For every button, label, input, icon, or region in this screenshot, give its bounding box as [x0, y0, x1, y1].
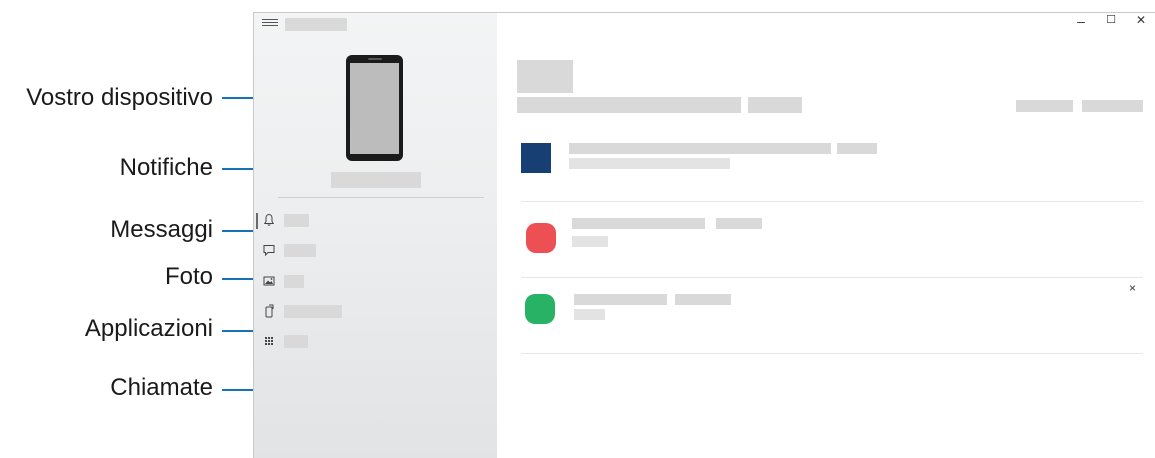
row2-subtitle-placeholder	[572, 236, 608, 247]
row1-subtitle-placeholder	[569, 158, 730, 169]
sidebar-item-label	[284, 244, 316, 257]
callout-calls: Chiamate	[110, 374, 213, 401]
sidebar-item-label	[284, 335, 308, 348]
hamburger-icon[interactable]	[262, 17, 278, 31]
sidebar	[254, 13, 497, 458]
callout-line-photos	[222, 278, 256, 280]
app-window: – ☐ ✕ ×	[253, 12, 1155, 458]
bell-icon	[263, 213, 275, 226]
active-indicator	[256, 213, 258, 229]
sidebar-divider	[278, 197, 484, 198]
sidebar-item-photos[interactable]	[254, 269, 497, 295]
callout-notifications: Notifiche	[119, 154, 213, 181]
sidebar-item-label	[284, 305, 342, 318]
sidebar-item-messages[interactable]	[254, 238, 497, 264]
row2-title-placeholder	[572, 218, 705, 229]
callout-photos: Foto	[164, 263, 213, 290]
callout-device: Vostro dispositivo	[26, 84, 213, 111]
device-name-placeholder	[331, 172, 421, 188]
device-speaker	[368, 58, 382, 60]
sidebar-item-calls[interactable]	[254, 329, 497, 355]
device-image[interactable]	[346, 55, 403, 161]
row-divider	[521, 201, 1143, 202]
row3-title-placeholder-2	[675, 294, 731, 305]
app-icon-red	[526, 223, 556, 253]
content-action-placeholder[interactable]	[1016, 100, 1073, 112]
maximize-button[interactable]: ☐	[1096, 13, 1126, 33]
app-title-placeholder	[285, 18, 347, 31]
content-action-placeholder-2[interactable]	[1082, 100, 1143, 112]
row-divider	[521, 353, 1143, 354]
sidebar-item-label	[284, 275, 304, 288]
row-divider	[521, 277, 1143, 278]
chat-bubble-icon	[263, 245, 275, 257]
callout-apps: Applicazioni	[84, 315, 213, 342]
dialpad-icon	[265, 337, 273, 345]
minimize-button[interactable]: –	[1066, 13, 1096, 33]
content-title-placeholder	[517, 60, 573, 93]
device-screen	[350, 63, 399, 154]
row1-title-placeholder	[569, 143, 831, 154]
dismiss-icon[interactable]: ×	[1129, 281, 1136, 295]
content-subtitle-placeholder	[517, 97, 741, 113]
row1-title-placeholder-2	[837, 143, 877, 154]
app-icon-green	[525, 294, 555, 324]
sidebar-item-label	[284, 214, 309, 227]
sidebar-item-apps[interactable]	[254, 299, 497, 325]
row2-title-placeholder-2	[716, 218, 762, 229]
app-icon-blue	[521, 143, 551, 173]
content-subtitle-placeholder-2	[748, 97, 802, 113]
callout-messages: Messaggi	[110, 216, 213, 243]
sidebar-item-notifications[interactable]	[254, 208, 497, 234]
phone-apps-icon	[265, 304, 274, 318]
image-icon	[263, 276, 275, 286]
row3-subtitle-placeholder	[574, 309, 605, 320]
close-button[interactable]: ✕	[1126, 13, 1155, 33]
row3-title-placeholder	[574, 294, 667, 305]
